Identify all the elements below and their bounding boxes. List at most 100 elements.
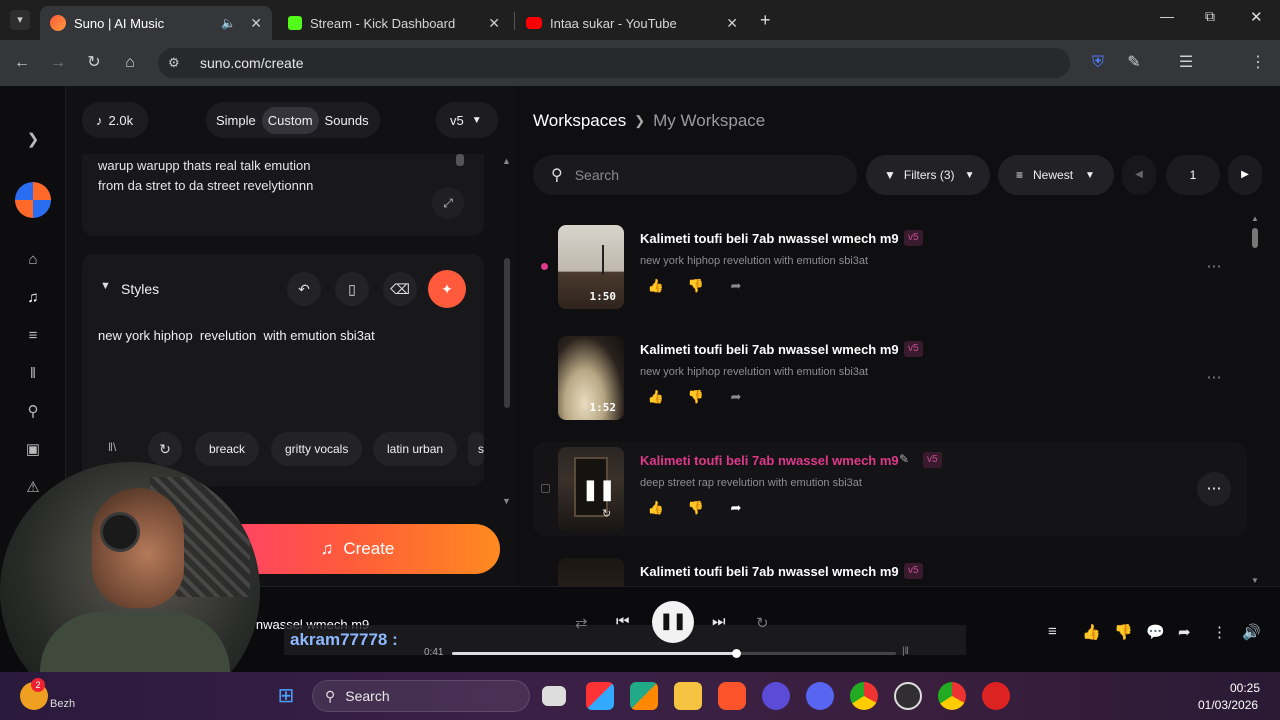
song-row[interactable]: 1:52 Kalimeti toufi beli 7ab nwassel wme… — [533, 331, 1247, 425]
song-cover[interactable]: 1:52 — [558, 336, 624, 420]
like-icon[interactable]: 👍 — [647, 277, 665, 295]
scroll-up-icon[interactable]: ▲ — [1251, 214, 1259, 223]
mode-sounds[interactable]: Sounds — [319, 113, 375, 128]
new-tab-icon[interactable]: + — [760, 10, 771, 31]
address-bar[interactable]: ⚙ suno.com/create — [158, 48, 1070, 78]
clock-time[interactable]: 00:25 — [1230, 681, 1260, 695]
expand-icon[interactable]: ⤢ — [432, 187, 464, 219]
chrome-icon[interactable] — [850, 682, 878, 710]
like-icon[interactable]: 👍 — [647, 388, 665, 406]
next-page-icon[interactable]: ▶ — [1228, 155, 1262, 195]
window-close-icon[interactable]: ✕ — [1250, 8, 1263, 26]
dislike-icon[interactable]: 👎 — [1114, 623, 1133, 641]
song-title[interactable]: Kalimeti toufi beli 7ab nwassel wmech m9 — [640, 342, 899, 357]
credits-pill[interactable]: ♪ 2.0k — [82, 102, 148, 138]
volume-icon[interactable]: 🔊 — [1242, 623, 1261, 641]
chrome-profile-icon[interactable] — [938, 682, 966, 710]
previous-track-icon[interactable]: ⏮ — [616, 613, 630, 630]
sort-button[interactable]: ≡ Newest ▼ — [998, 155, 1114, 195]
dislike-icon[interactable]: 👎 — [687, 388, 705, 406]
style-tag[interactable]: latin urban — [373, 432, 458, 466]
maximize-icon[interactable]: ⧉ — [1205, 8, 1215, 25]
breadcrumb-root[interactable]: Workspaces — [533, 111, 626, 131]
scroll-down-icon[interactable]: ▼ — [1251, 576, 1259, 585]
list-scrollbar[interactable] — [1252, 228, 1258, 248]
style-tag[interactable]: breack — [195, 432, 260, 466]
version-select[interactable]: v5 ▼ — [436, 102, 498, 138]
taskbar-search[interactable]: ⚲ Search — [312, 680, 530, 712]
more-options-icon[interactable]: ⋯ — [1197, 472, 1231, 506]
collapse-chevron-icon[interactable]: ▼ — [100, 280, 111, 292]
reload-icon[interactable]: ↻ — [84, 53, 104, 73]
song-cover[interactable]: ❚❚ ↻ — [558, 447, 624, 531]
close-icon[interactable]: ✕ — [726, 15, 738, 32]
bookmark-icon[interactable]: ▯ — [335, 272, 369, 306]
share-icon[interactable]: ➦ — [727, 277, 745, 295]
close-icon[interactable]: ✕ — [250, 15, 262, 32]
studio-icon[interactable]: ≡ — [22, 325, 44, 347]
start-windows-icon[interactable]: ⊞ — [272, 682, 300, 710]
edit-pencil-icon[interactable]: ✎ — [899, 452, 909, 466]
play-pause-button[interactable]: ❚❚ — [652, 601, 694, 643]
suno-logo[interactable] — [15, 182, 51, 218]
menu-kebab-icon[interactable]: ⋮ — [1248, 53, 1268, 73]
like-icon[interactable]: 👍 — [647, 499, 665, 517]
expand-chevron-icon[interactable]: ❯ — [22, 129, 44, 151]
widgets-icon[interactable] — [586, 682, 614, 710]
delete-icon[interactable]: ⌫ — [383, 272, 417, 306]
queue-icon[interactable]: ≡ — [1048, 623, 1057, 640]
song-row[interactable]: 1:50 Kalimeti toufi beli 7ab nwassel wme… — [533, 220, 1247, 314]
create-music-icon[interactable]: ♫ — [22, 287, 44, 309]
song-row-playing[interactable]: ❚❚ ↻ Kalimeti toufi beli 7ab nwassel wme… — [533, 442, 1247, 536]
mode-custom[interactable]: Custom — [261, 106, 319, 134]
panel-scrollbar[interactable] — [504, 258, 510, 408]
obs-icon[interactable] — [894, 682, 922, 710]
dislike-icon[interactable]: 👎 — [687, 499, 705, 517]
shuffle-tags-icon[interactable]: ↻ — [148, 432, 182, 466]
tab-kick[interactable]: Stream - Kick Dashboard ✕ — [278, 6, 510, 40]
brave-icon[interactable] — [718, 682, 746, 710]
progress-track[interactable] — [452, 649, 896, 658]
tab-search-button[interactable]: ▾ — [10, 10, 30, 30]
extensions-puzzle-icon[interactable]: ✎ — [1124, 53, 1144, 73]
song-title[interactable]: Kalimeti toufi beli 7ab nwassel wmech m9 — [640, 231, 899, 246]
extension-shield-icon[interactable]: ⛨ — [1088, 53, 1108, 73]
dislike-icon[interactable]: 👎 — [687, 277, 705, 295]
song-cover[interactable]: 1:50 — [558, 225, 624, 309]
app-circle-icon[interactable] — [762, 682, 790, 710]
forward-icon[interactable]: → — [48, 53, 68, 73]
library-icon[interactable]: ‖\ — [108, 440, 116, 454]
task-view-icon[interactable] — [542, 686, 566, 706]
song-title[interactable]: Kalimeti toufi beli 7ab nwassel wmech m9 — [640, 453, 899, 468]
undo-icon[interactable]: ↶ — [287, 272, 321, 306]
pause-icon[interactable]: ❚❚ — [582, 477, 616, 502]
minimize-icon[interactable]: — — [1160, 8, 1174, 24]
discord-icon[interactable] — [806, 682, 834, 710]
styles-text[interactable]: new york hiphop revelution with emution … — [98, 328, 375, 343]
song-cover[interactable] — [558, 558, 624, 586]
scroll-down-icon[interactable]: ▼ — [502, 496, 511, 506]
share-icon[interactable]: ➦ — [1178, 623, 1191, 641]
home-icon[interactable]: ⌂ — [22, 249, 44, 271]
clock-date[interactable]: 01/03/2026 — [1198, 698, 1258, 712]
progress-knob[interactable] — [732, 649, 742, 658]
more-vertical-icon[interactable]: ⋮ — [1212, 623, 1227, 641]
home-icon[interactable]: ⌂ — [120, 53, 140, 73]
red-app-icon[interactable] — [982, 682, 1010, 710]
media-control-icon[interactable]: ☰ — [1176, 53, 1196, 73]
scroll-up-icon[interactable]: ▲ — [502, 156, 511, 166]
like-icon[interactable]: 👍 — [1082, 623, 1101, 641]
song-title[interactable]: Kalimeti toufi beli 7ab nwassel wmech m9 — [640, 564, 899, 579]
close-icon[interactable]: ✕ — [488, 15, 500, 32]
site-info-icon[interactable]: ⚙ — [168, 55, 190, 71]
store-icon[interactable] — [630, 682, 658, 710]
share-icon[interactable]: ➦ — [727, 499, 745, 517]
tab-youtube[interactable]: Intaa sukar - YouTube ✕ — [516, 6, 748, 40]
style-tag[interactable]: s — [468, 432, 484, 466]
search-icon[interactable]: ⚲ — [22, 401, 44, 423]
more-options-icon[interactable]: ⋯ — [1197, 250, 1231, 284]
next-track-icon[interactable]: ⏭ — [712, 613, 726, 630]
lyrics-scrollbar[interactable] — [456, 154, 464, 166]
page-number[interactable]: 1 — [1166, 155, 1220, 195]
back-icon[interactable]: ← — [12, 53, 32, 73]
